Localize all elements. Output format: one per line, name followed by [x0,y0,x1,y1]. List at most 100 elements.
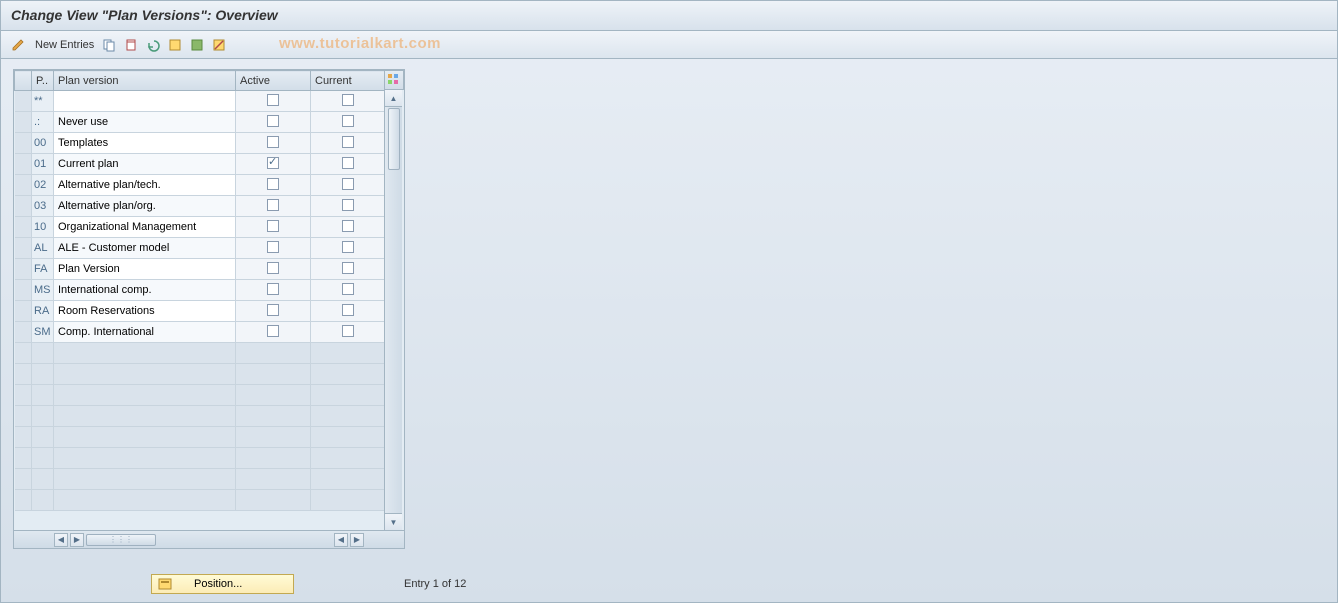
row-selector[interactable] [15,280,32,301]
active-cell[interactable] [236,259,311,280]
active-checkbox[interactable] [267,178,279,190]
row-selector[interactable] [15,469,32,490]
delete-icon[interactable] [122,36,140,54]
position-button[interactable]: Position... [151,574,294,594]
select-column-header[interactable] [15,71,32,91]
current-checkbox[interactable] [342,178,354,190]
row-selector[interactable] [15,427,32,448]
current-checkbox[interactable] [342,220,354,232]
plan-version-input[interactable] [54,91,235,111]
row-selector[interactable] [15,175,32,196]
current-cell[interactable] [311,175,385,196]
row-selector[interactable] [15,91,32,112]
new-entries-button[interactable]: New Entries [35,39,94,51]
name-cell[interactable] [54,175,236,196]
h-scroll-right-arrow-2[interactable]: ▶ [350,533,364,547]
name-cell[interactable] [54,91,236,112]
current-cell[interactable] [311,154,385,175]
h-scroll-thumb[interactable]: ⋮⋮⋮ [86,534,156,546]
row-selector[interactable] [15,154,32,175]
plan-version-input[interactable] [54,196,235,216]
name-cell[interactable] [54,154,236,175]
active-cell[interactable] [236,238,311,259]
copy-icon[interactable] [100,36,118,54]
active-checkbox[interactable] [267,325,279,337]
name-cell[interactable] [54,322,236,343]
active-checkbox[interactable] [267,136,279,148]
plan-version-input[interactable] [54,133,235,153]
row-selector[interactable] [15,238,32,259]
name-cell[interactable] [54,112,236,133]
name-cell[interactable] [54,259,236,280]
plan-version-input[interactable] [54,259,235,279]
row-selector[interactable] [15,217,32,238]
name-cell[interactable] [54,133,236,154]
current-cell[interactable] [311,238,385,259]
horizontal-scrollbar[interactable]: ◀ ▶ ⋮⋮⋮ ◀ ▶ [14,530,404,548]
current-checkbox[interactable] [342,157,354,169]
current-cell[interactable] [311,217,385,238]
h-scroll-left-arrow[interactable]: ◀ [54,533,68,547]
active-checkbox[interactable] [267,199,279,211]
plan-version-input[interactable] [54,175,235,195]
current-checkbox[interactable] [342,283,354,295]
current-cell[interactable] [311,133,385,154]
scroll-thumb[interactable] [388,108,400,170]
h-scroll-right-arrow[interactable]: ◀ [334,533,348,547]
h-scroll-left-arrow-2[interactable]: ▶ [70,533,84,547]
current-checkbox[interactable] [342,115,354,127]
current-cell[interactable] [311,259,385,280]
active-cell[interactable] [236,175,311,196]
row-selector[interactable] [15,133,32,154]
name-cell[interactable] [54,217,236,238]
active-cell[interactable] [236,112,311,133]
current-cell[interactable] [311,196,385,217]
row-selector[interactable] [15,364,32,385]
current-checkbox[interactable] [342,262,354,274]
deselect-all-icon[interactable] [210,36,228,54]
active-cell[interactable] [236,217,311,238]
current-cell[interactable] [311,112,385,133]
active-checkbox[interactable] [267,262,279,274]
row-selector[interactable] [15,406,32,427]
current-cell[interactable] [311,280,385,301]
name-column-header[interactable]: Plan version [54,71,236,91]
name-cell[interactable] [54,301,236,322]
name-cell[interactable] [54,196,236,217]
scroll-up-arrow[interactable]: ▲ [385,90,402,107]
active-checkbox[interactable] [267,241,279,253]
row-selector[interactable] [15,322,32,343]
active-checkbox[interactable] [267,94,279,106]
active-checkbox[interactable] [267,220,279,232]
active-checkbox[interactable] [267,283,279,295]
row-selector[interactable] [15,259,32,280]
active-checkbox[interactable] [267,157,279,169]
table-settings-icon[interactable] [386,72,402,88]
row-selector[interactable] [15,448,32,469]
current-checkbox[interactable] [342,136,354,148]
active-column-header[interactable]: Active [236,71,311,91]
code-column-header[interactable]: P.. [32,71,54,91]
active-cell[interactable] [236,154,311,175]
plan-version-input[interactable] [54,154,235,174]
plan-version-input[interactable] [54,217,235,237]
active-cell[interactable] [236,133,311,154]
undo-icon[interactable] [144,36,162,54]
current-checkbox[interactable] [342,304,354,316]
row-selector[interactable] [15,196,32,217]
row-selector[interactable] [15,343,32,364]
active-cell[interactable] [236,322,311,343]
select-block-icon[interactable] [188,36,206,54]
active-cell[interactable] [236,196,311,217]
active-checkbox[interactable] [267,115,279,127]
name-cell[interactable] [54,280,236,301]
active-cell[interactable] [236,280,311,301]
plan-version-input[interactable] [54,301,235,321]
plan-version-input[interactable] [54,322,235,342]
plan-version-input[interactable] [54,280,235,300]
active-cell[interactable] [236,301,311,322]
active-checkbox[interactable] [267,304,279,316]
scroll-track[interactable] [385,171,402,513]
plan-version-input[interactable] [54,238,235,258]
row-selector[interactable] [15,490,32,511]
